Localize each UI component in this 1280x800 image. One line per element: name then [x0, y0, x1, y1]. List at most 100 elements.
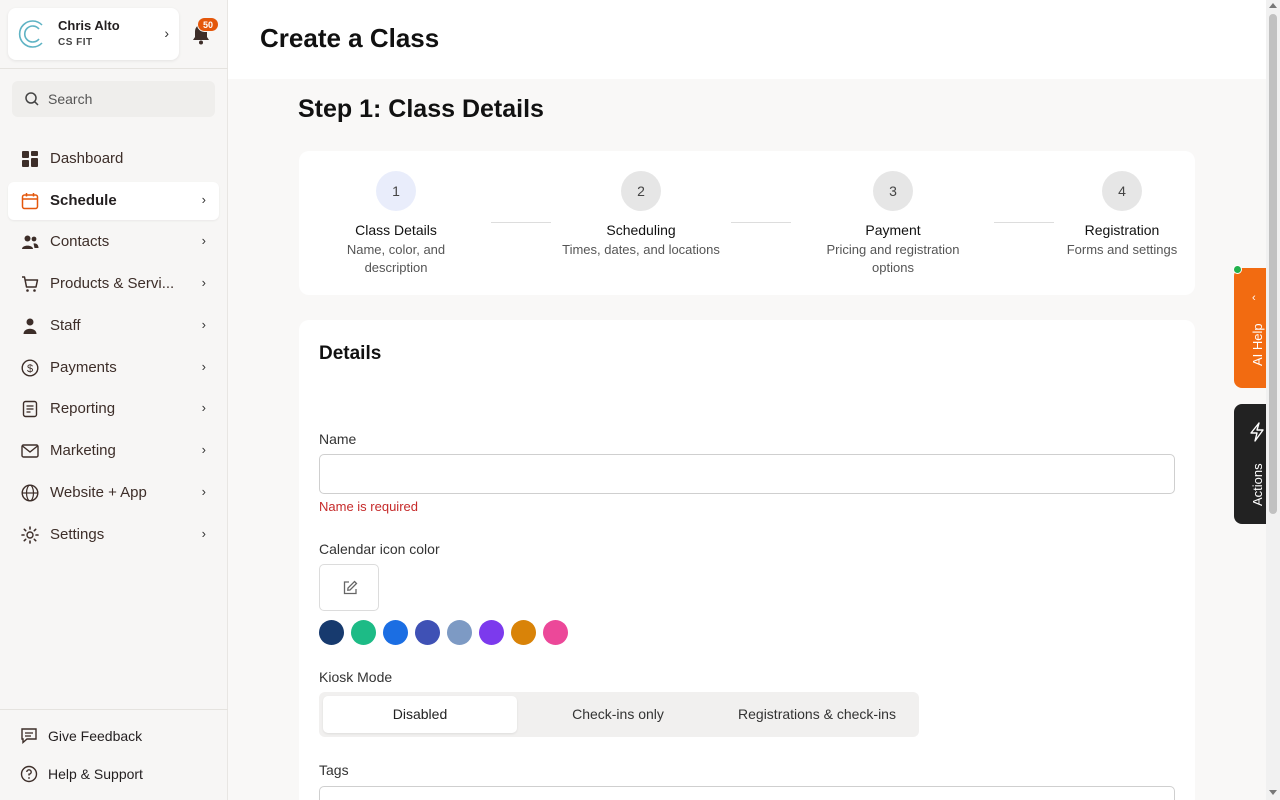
sidebar-item-label: Website + App: [50, 484, 147, 501]
color-swatch[interactable]: [543, 620, 568, 645]
step-number: 4: [1102, 171, 1142, 211]
step-description: Forms and settings: [1066, 242, 1178, 257]
help-icon: [20, 765, 38, 783]
brand-logo-icon: [18, 20, 43, 48]
step-1: 1 Class Details Name, color, and descripti…: [316, 171, 476, 277]
kiosk-option-registrations[interactable]: Registrations & check-ins: [719, 696, 915, 733]
sidebar-item-label: Marketing: [50, 442, 116, 459]
sidebar-item-label: Products & Servi...: [50, 275, 175, 292]
cart-icon: [22, 276, 39, 292]
account-org: CS FIT: [58, 37, 93, 48]
step-description: Times, dates, and locations: [562, 242, 720, 257]
chevron-right-icon: ›: [201, 400, 206, 415]
lightning-icon: [1250, 422, 1264, 442]
color-swatch[interactable]: [319, 620, 344, 645]
chevron-right-icon: ›: [201, 442, 206, 457]
scroll-up-arrow[interactable]: [1269, 3, 1277, 8]
sidebar-item-staff[interactable]: Staff ›: [8, 307, 219, 345]
chevron-up-icon: ‹: [1252, 292, 1256, 304]
step-title: Registration: [1084, 222, 1160, 238]
step-description: Name, color, and description: [346, 242, 446, 275]
mail-icon: [21, 444, 39, 458]
sidebar-item-website-app[interactable]: Website + App ›: [8, 474, 219, 512]
dashboard-icon: [22, 151, 38, 167]
scrollbar-thumb[interactable]: [1269, 14, 1277, 514]
chevron-right-icon: ›: [201, 484, 206, 499]
color-swatch[interactable]: [415, 620, 440, 645]
details-card: Details Name Name is required Calendar i…: [299, 320, 1195, 800]
divider: [0, 709, 228, 710]
calendar-icon: [21, 193, 39, 210]
step-3: 3 Payment Pricing and registration options: [813, 171, 973, 277]
status-dot: [1233, 265, 1242, 274]
name-label: Name: [319, 431, 357, 447]
color-swatch[interactable]: [511, 620, 536, 645]
report-icon: [22, 400, 38, 418]
account-name: Chris Alto: [58, 18, 120, 33]
step-number: 2: [621, 171, 661, 211]
chevron-right-icon: ›: [201, 317, 206, 332]
sidebar-item-payments[interactable]: $ Payments ›: [8, 349, 219, 387]
step-number: 1: [376, 171, 416, 211]
step-4: 4 Registration Forms and settings: [1042, 171, 1202, 259]
step-2: 2 Scheduling Times, dates, and locations: [561, 171, 721, 259]
search-input[interactable]: [48, 81, 208, 117]
dollar-icon: $: [21, 359, 39, 377]
gear-icon: [21, 526, 39, 544]
name-error: Name is required: [319, 499, 418, 514]
kiosk-option-disabled[interactable]: Disabled: [323, 696, 517, 733]
sidebar-item-label: Schedule: [50, 192, 117, 209]
scroll-down-arrow[interactable]: [1269, 790, 1277, 795]
svg-text:$: $: [27, 363, 33, 375]
step-title: Step 1: Class Details: [298, 95, 544, 123]
chevron-right-icon: ›: [201, 192, 206, 207]
ai-help-label: AI Help: [1250, 323, 1265, 366]
kiosk-option-checkins[interactable]: Check-ins only: [521, 696, 715, 733]
sidebar-item-settings[interactable]: Settings ›: [8, 516, 219, 554]
chevron-right-icon: ›: [201, 526, 206, 541]
sidebar-item-products-servi[interactable]: Products & Servi... ›: [8, 265, 219, 303]
chevron-right-icon: ›: [201, 359, 206, 374]
sidebar-item-marketing[interactable]: Marketing ›: [8, 432, 219, 470]
sidebar-item-label: Staff: [50, 317, 81, 334]
sidebar-item-dashboard[interactable]: Dashboard: [8, 140, 219, 178]
step-number: 3: [873, 171, 913, 211]
kiosk-label: Kiosk Mode: [319, 669, 393, 685]
sidebar-item-reporting[interactable]: Reporting ›: [8, 390, 219, 428]
chevron-right-icon: ›: [201, 275, 206, 290]
color-swatch[interactable]: [447, 620, 472, 645]
color-picker-button[interactable]: [319, 564, 379, 611]
step-connector: [491, 222, 551, 223]
step-title: Payment: [865, 222, 921, 238]
color-swatch[interactable]: [479, 620, 504, 645]
search-box[interactable]: [12, 81, 215, 117]
details-title: Details: [319, 343, 382, 364]
page-title: Create a Class: [260, 23, 440, 53]
notification-badge: 50: [197, 17, 219, 32]
search-icon: [25, 92, 39, 106]
step-title: Class Details: [355, 222, 437, 238]
kiosk-mode-selector: Disabled Check-ins only Registrations & …: [319, 692, 919, 737]
sidebar-item-label: Payments: [50, 359, 117, 376]
main-content: Create a Class Step 1: Class Details 1 Cl…: [228, 0, 1266, 800]
globe-icon: [21, 484, 39, 502]
account-switcher[interactable]: Chris Alto CS FIT ›: [8, 8, 179, 60]
color-swatch[interactable]: [351, 620, 376, 645]
color-label: Calendar icon color: [319, 541, 440, 557]
sidebar-item-label: Reporting: [50, 400, 116, 417]
sidebar-item-contacts[interactable]: Contacts ›: [8, 223, 219, 261]
color-swatch[interactable]: [383, 620, 408, 645]
name-input[interactable]: [319, 454, 1175, 494]
sidebar-item-label: Dashboard: [50, 150, 124, 167]
top-bar: Create a Class: [228, 0, 1266, 79]
chevron-right-icon: ›: [164, 25, 169, 41]
tags-input[interactable]: [319, 786, 1175, 800]
sidebar-item-schedule[interactable]: Schedule ›: [8, 182, 219, 220]
scrollbar[interactable]: [1266, 0, 1280, 800]
help-support-label: Help & Support: [48, 766, 143, 782]
edit-icon: [343, 580, 358, 595]
chevron-right-icon: ›: [201, 233, 206, 248]
sidebar-item-label: Contacts: [50, 233, 110, 250]
actions-label: Actions: [1250, 463, 1265, 506]
sidebar: Chris Alto CS FIT › 50 Dashboard Schedule…: [0, 0, 228, 800]
